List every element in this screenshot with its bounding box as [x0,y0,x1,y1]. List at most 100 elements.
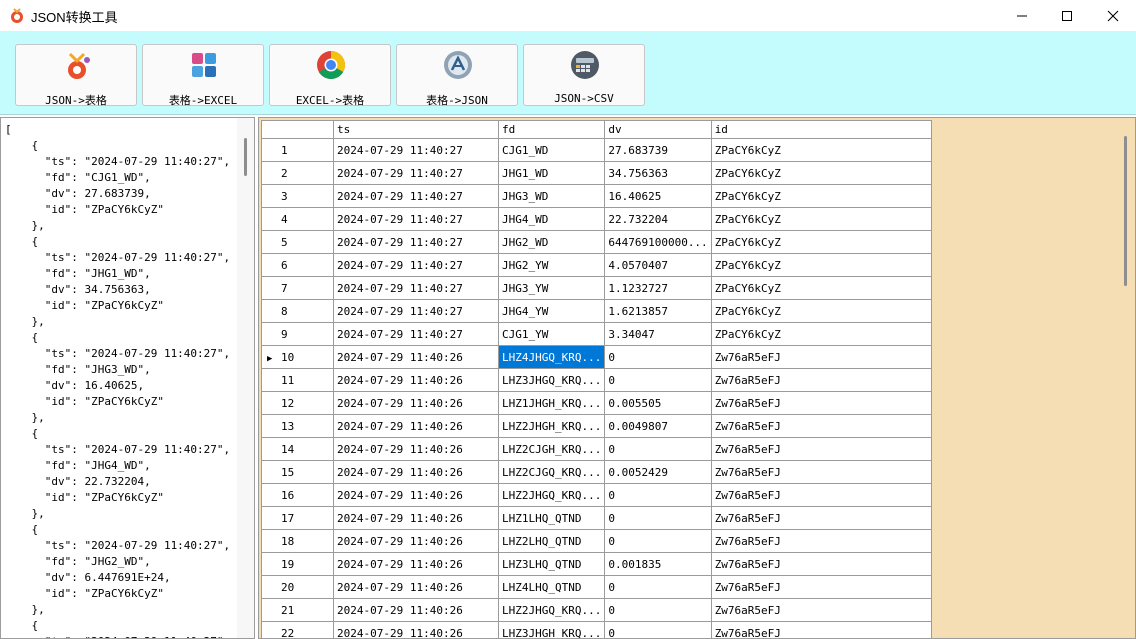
cell-dv[interactable]: 0 [604,598,712,622]
cell-dv[interactable]: 0 [604,345,712,369]
cell-id[interactable]: Zw76aR5eFJ [710,598,932,622]
table-row[interactable]: 16 2024-07-29 11:40:26 LHZ2JHGQ_KRQ... 0 Zw7… [261,483,932,507]
cell-id[interactable]: ZPaCY6kCyZ [710,184,932,208]
cell-fd[interactable]: JHG2_WD [497,230,606,254]
row-header[interactable]: 15 [261,460,334,484]
cell-ts[interactable]: 2024-07-29 11:40:26 [333,483,499,507]
row-header[interactable]: 13 [261,414,334,438]
cell-fd[interactable]: JHG4_YW [497,299,606,323]
cell-ts[interactable]: 2024-07-29 11:40:27 [333,161,499,185]
table-row[interactable]: 2 2024-07-29 11:40:27 JHG1_WD 34.756363 ZPaC… [261,161,932,185]
json-scrollbar[interactable] [237,118,254,638]
cell-fd[interactable]: LHZ3JHGQ_KRQ... [497,368,606,392]
column-header-ts[interactable]: ts [333,120,499,139]
table-row[interactable]: 14 2024-07-29 11:40:26 LHZ2CJGH_KRQ... 0 Zw7… [261,437,932,461]
table-row[interactable]: 11 2024-07-29 11:40:26 LHZ3JHGQ_KRQ... 0 Zw7… [261,368,932,392]
json-text-area[interactable]: [ { "ts": "2024-07-29 11:40:27", "fd": "… [0,117,255,639]
row-header[interactable]: 21 [261,598,334,622]
table-row[interactable]: 13 2024-07-29 11:40:26 LHZ2JHGH_KRQ... 0.00… [261,414,932,438]
table-row[interactable]: 18 2024-07-29 11:40:26 LHZ2LHQ_QTND 0 Zw76aR… [261,529,932,553]
cell-fd[interactable]: JHG3_YW [497,276,606,300]
cell-id[interactable]: ZPaCY6kCyZ [710,276,932,300]
table-to-excel-button[interactable]: 表格->EXCEL [142,44,264,107]
cell-dv[interactable]: 1.1232727 [604,276,712,300]
cell-dv[interactable]: 27.683739 [604,138,712,162]
data-grid[interactable]: ts fd dv id 1 2024-07-29 11:40:27 CJG1_WD 2… [261,120,932,638]
cell-dv[interactable]: 0 [604,368,712,392]
cell-dv[interactable]: 0 [604,529,712,553]
cell-fd[interactable]: LHZ2JHGH_KRQ... [497,414,606,438]
close-button[interactable] [1090,0,1136,31]
cell-dv[interactable]: 4.0570407 [604,253,712,277]
table-row[interactable]: 1 2024-07-29 11:40:27 CJG1_WD 27.683739 ZPaC… [261,138,932,162]
cell-ts[interactable]: 2024-07-29 11:40:26 [333,368,499,392]
cell-fd[interactable]: LHZ3LHQ_QTND [497,552,606,576]
cell-dv[interactable]: 0.001835 [604,552,712,576]
cell-fd[interactable]: LHZ1LHQ_QTND [497,506,606,530]
table-row[interactable]: 17 2024-07-29 11:40:26 LHZ1LHQ_QTND 0 Zw76aR… [261,506,932,530]
table-to-json-button[interactable]: 表格->JSON [396,44,518,107]
cell-ts[interactable]: 2024-07-29 11:40:26 [333,552,499,576]
row-header[interactable]: 18 [261,529,334,553]
cell-dv[interactable]: 22.732204 [604,207,712,231]
excel-to-table-button[interactable]: EXCEL->表格 [269,44,391,107]
cell-ts[interactable]: 2024-07-29 11:40:27 [333,230,499,254]
cell-dv[interactable]: 0 [604,575,712,599]
table-row[interactable]: 5 2024-07-29 11:40:27 JHG2_WD 644769100000.… [261,230,932,254]
row-header[interactable]: 5 [261,230,334,254]
table-row[interactable]: ▶ 10 2024-07-29 11:40:26 LHZ4JHGQ_KRQ... 0 Zw… [261,345,932,369]
cell-id[interactable]: Zw76aR5eFJ [710,460,932,484]
cell-dv[interactable]: 3.34047 [604,322,712,346]
row-header[interactable]: 12 [261,391,334,415]
row-header[interactable]: 2 [261,161,334,185]
grid-corner-header[interactable] [261,120,334,139]
cell-dv[interactable]: 16.40625 [604,184,712,208]
row-header[interactable]: 3 [261,184,334,208]
cell-ts[interactable]: 2024-07-29 11:40:26 [333,414,499,438]
cell-id[interactable]: Zw76aR5eFJ [710,391,932,415]
cell-fd[interactable]: LHZ2CJGQ_KRQ... [497,460,606,484]
json-to-table-button[interactable]: JSON->表格 [15,44,137,107]
cell-fd[interactable]: JHG1_WD [497,161,606,185]
cell-id[interactable]: Zw76aR5eFJ [710,529,932,553]
maximize-button[interactable] [1044,0,1090,31]
row-header[interactable]: 8 [261,299,334,323]
cell-id[interactable]: ZPaCY6kCyZ [710,230,932,254]
column-header-dv[interactable]: dv [604,120,712,139]
cell-ts[interactable]: 2024-07-29 11:40:26 [333,437,499,461]
table-row[interactable]: 7 2024-07-29 11:40:27 JHG3_YW 1.1232727 ZPaC… [261,276,932,300]
cell-ts[interactable]: 2024-07-29 11:40:27 [333,322,499,346]
cell-ts[interactable]: 2024-07-29 11:40:27 [333,184,499,208]
table-row[interactable]: 4 2024-07-29 11:40:27 JHG4_WD 22.732204 ZPaC… [261,207,932,231]
row-header[interactable]: 11 [261,368,334,392]
cell-fd[interactable]: LHZ2CJGH_KRQ... [497,437,606,461]
cell-fd[interactable]: JHG2_YW [497,253,606,277]
cell-fd[interactable]: LHZ4LHQ_QTND [497,575,606,599]
cell-dv[interactable]: 0 [604,437,712,461]
cell-fd[interactable]: LHZ2LHQ_QTND [497,529,606,553]
row-header[interactable]: 9 [261,322,334,346]
cell-id[interactable]: Zw76aR5eFJ [710,345,932,369]
cell-id[interactable]: ZPaCY6kCyZ [710,322,932,346]
json-scrollbar-thumb[interactable] [244,138,247,176]
cell-dv[interactable]: 644769100000... [604,230,712,254]
table-row[interactable]: 22 2024-07-29 11:40:26 LHZ3JHGH_KRQ... 0 Zw7… [261,621,932,638]
cell-ts[interactable]: 2024-07-29 11:40:26 [333,345,499,369]
table-row[interactable]: 12 2024-07-29 11:40:26 LHZ1JHGH_KRQ... 0.00… [261,391,932,415]
cell-dv[interactable]: 0.005505 [604,391,712,415]
cell-ts[interactable]: 2024-07-29 11:40:26 [333,621,499,638]
cell-ts[interactable]: 2024-07-29 11:40:27 [333,276,499,300]
row-header[interactable]: 7 [261,276,334,300]
cell-fd[interactable]: JHG3_WD [497,184,606,208]
minimize-button[interactable] [999,0,1045,31]
cell-id[interactable]: Zw76aR5eFJ [710,368,932,392]
cell-ts[interactable]: 2024-07-29 11:40:27 [333,207,499,231]
cell-fd[interactable]: LHZ3JHGH_KRQ... [497,621,606,638]
row-header[interactable]: ▶ 10 [261,345,334,369]
cell-ts[interactable]: 2024-07-29 11:40:27 [333,138,499,162]
cell-dv[interactable]: 0 [604,483,712,507]
cell-dv[interactable]: 1.6213857 [604,299,712,323]
table-row[interactable]: 19 2024-07-29 11:40:26 LHZ3LHQ_QTND 0.00183… [261,552,932,576]
row-header[interactable]: 1 [261,138,334,162]
table-row[interactable]: 15 2024-07-29 11:40:26 LHZ2CJGQ_KRQ... 0.00… [261,460,932,484]
